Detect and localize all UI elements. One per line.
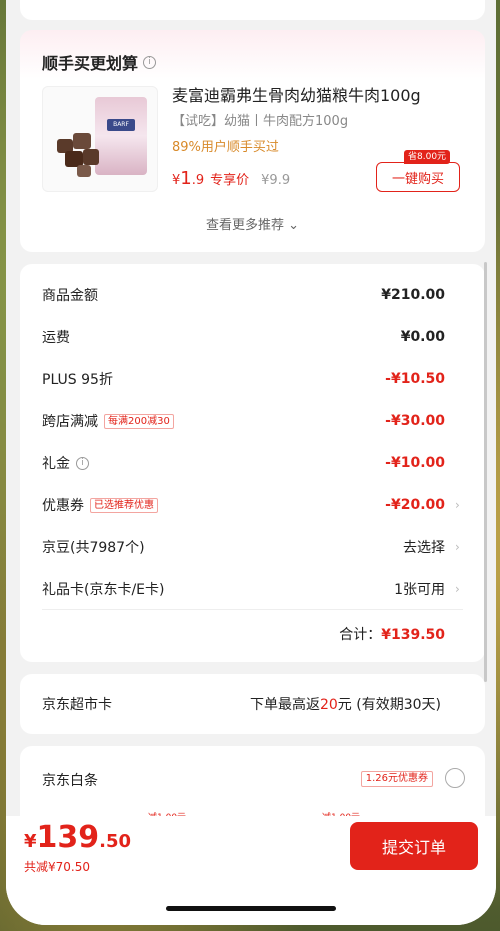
row-label: 礼金 i bbox=[42, 453, 89, 473]
exclusive-price-tag: 专享价 bbox=[210, 173, 250, 188]
row-value: ¥210.00 bbox=[381, 287, 445, 303]
one-click-buy-button[interactable]: 一键购买 bbox=[376, 162, 460, 192]
order-sheet: 顺手买更划算 i BARF 麦富迪霸弗生骨肉幼猫粮牛肉100g 【试吃】幼猫丨牛… bbox=[6, 0, 496, 925]
promo-tag: 每满200减30 bbox=[104, 413, 174, 429]
previous-card bbox=[20, 0, 485, 20]
kibble-graphic bbox=[73, 133, 91, 149]
product-bag-graphic: BARF bbox=[95, 97, 147, 175]
row-label: 运费 bbox=[42, 330, 70, 346]
chevron-right-icon: › bbox=[455, 582, 460, 596]
kibble-graphic bbox=[77, 165, 91, 177]
product-name[interactable]: 麦富迪霸弗生骨肉幼猫粮牛肉100g bbox=[172, 82, 421, 106]
baitiao-label: 京东白条 bbox=[42, 773, 98, 789]
row-label: 京豆(共7987个) bbox=[42, 540, 145, 556]
home-indicator[interactable] bbox=[166, 906, 336, 911]
row-label: 跨店满减 每满200减30 bbox=[42, 411, 174, 431]
more-recommend-link[interactable]: 查看更多推荐 ⌄ bbox=[20, 214, 485, 233]
row-gift-card[interactable]: 礼品卡(京东卡/E卡) 1张可用 › bbox=[42, 577, 463, 601]
row-goods-amount: 商品金额 ¥210.00 bbox=[42, 283, 463, 307]
market-card-row[interactable]: 京东超市卡 下单最高返20元 (有效期30天) bbox=[20, 674, 485, 734]
product-spec: 【试吃】幼猫丨牛肉配方100g bbox=[172, 114, 349, 129]
product-price: ¥1.9 bbox=[172, 168, 205, 189]
market-card-label: 京东超市卡 bbox=[42, 697, 112, 713]
divider bbox=[42, 609, 463, 610]
product-brand-label: BARF bbox=[107, 119, 135, 131]
kibble-graphic bbox=[83, 149, 99, 165]
row-value: ¥0.00 bbox=[400, 329, 445, 345]
row-label: 优惠券 已选推荐优惠 bbox=[42, 495, 158, 515]
row-jingdou[interactable]: 京豆(共7987个) 去选择 › bbox=[42, 535, 463, 559]
save-badge: 省8.00元 bbox=[404, 150, 451, 164]
total-amount: 合计：¥139.50 bbox=[339, 627, 445, 643]
chevron-right-icon: › bbox=[455, 540, 460, 554]
pay-total: ¥139.50 bbox=[24, 820, 132, 855]
row-plus-discount: PLUS 95折 -¥10.50 bbox=[42, 367, 463, 391]
info-icon[interactable]: i bbox=[143, 55, 157, 69]
recommend-title: 顺手买更划算 i bbox=[42, 50, 157, 74]
chevron-right-icon: › bbox=[455, 498, 460, 512]
total-saved: 共减¥70.50 bbox=[24, 860, 90, 874]
product-image[interactable]: BARF bbox=[42, 86, 158, 192]
market-card-value: 下单最高返20元 (有效期30天) bbox=[249, 697, 441, 713]
original-price: ¥9.9 bbox=[261, 173, 291, 188]
row-value: 1张可用 bbox=[394, 582, 445, 598]
coupon-tag: 已选推荐优惠 bbox=[90, 497, 158, 513]
scrollbar[interactable] bbox=[484, 262, 487, 682]
baitiao-radio[interactable] bbox=[445, 768, 465, 788]
submit-order-button[interactable]: 提交订单 bbox=[350, 822, 478, 870]
row-value: -¥10.50 bbox=[385, 371, 445, 387]
row-value: 去选择 bbox=[403, 540, 445, 556]
row-value: -¥20.00 bbox=[385, 497, 445, 513]
price-summary-card: 商品金额 ¥210.00 运费 ¥0.00 PLUS 95折 -¥10.50 跨… bbox=[20, 264, 485, 662]
info-icon[interactable]: i bbox=[76, 456, 89, 470]
row-label: 礼品卡(京东卡/E卡) bbox=[42, 582, 165, 598]
recommend-card: 顺手买更划算 i BARF 麦富迪霸弗生骨肉幼猫粮牛肉100g 【试吃】幼猫丨牛… bbox=[20, 30, 485, 252]
product-buy-rate: 89%用户顺手买过 bbox=[172, 140, 279, 155]
row-cross-store: 跨店满减 每满200减30 -¥30.00 bbox=[42, 409, 463, 433]
row-label: 商品金额 bbox=[42, 288, 98, 304]
row-shipping: 运费 ¥0.00 bbox=[42, 325, 463, 349]
row-gift-money: 礼金 i -¥10.00 bbox=[42, 451, 463, 475]
row-value: -¥10.00 bbox=[385, 455, 445, 471]
product-price-row: ¥1.9 专享价 ¥9.9 bbox=[172, 168, 290, 189]
row-value: -¥30.00 bbox=[385, 413, 445, 429]
row-label: PLUS 95折 bbox=[42, 372, 113, 388]
row-coupon[interactable]: 优惠券 已选推荐优惠 -¥20.00 › bbox=[42, 493, 463, 517]
baitiao-coupon-tag: 1.26元优惠券 bbox=[360, 771, 433, 787]
bottom-bar: ¥139.50 共减¥70.50 提交订单 bbox=[6, 816, 496, 925]
recommend-title-text: 顺手买更划算 bbox=[42, 54, 139, 73]
